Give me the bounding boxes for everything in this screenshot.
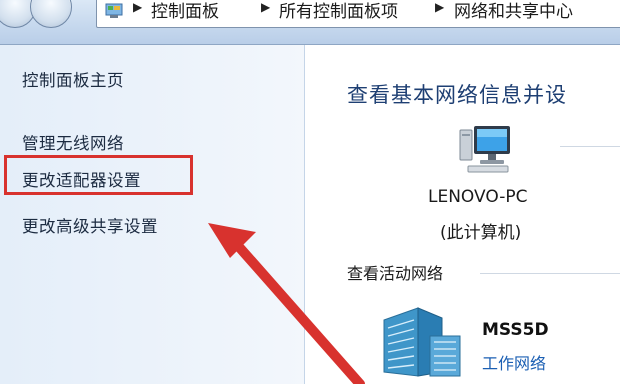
annotation-arrow-icon [208,223,365,384]
